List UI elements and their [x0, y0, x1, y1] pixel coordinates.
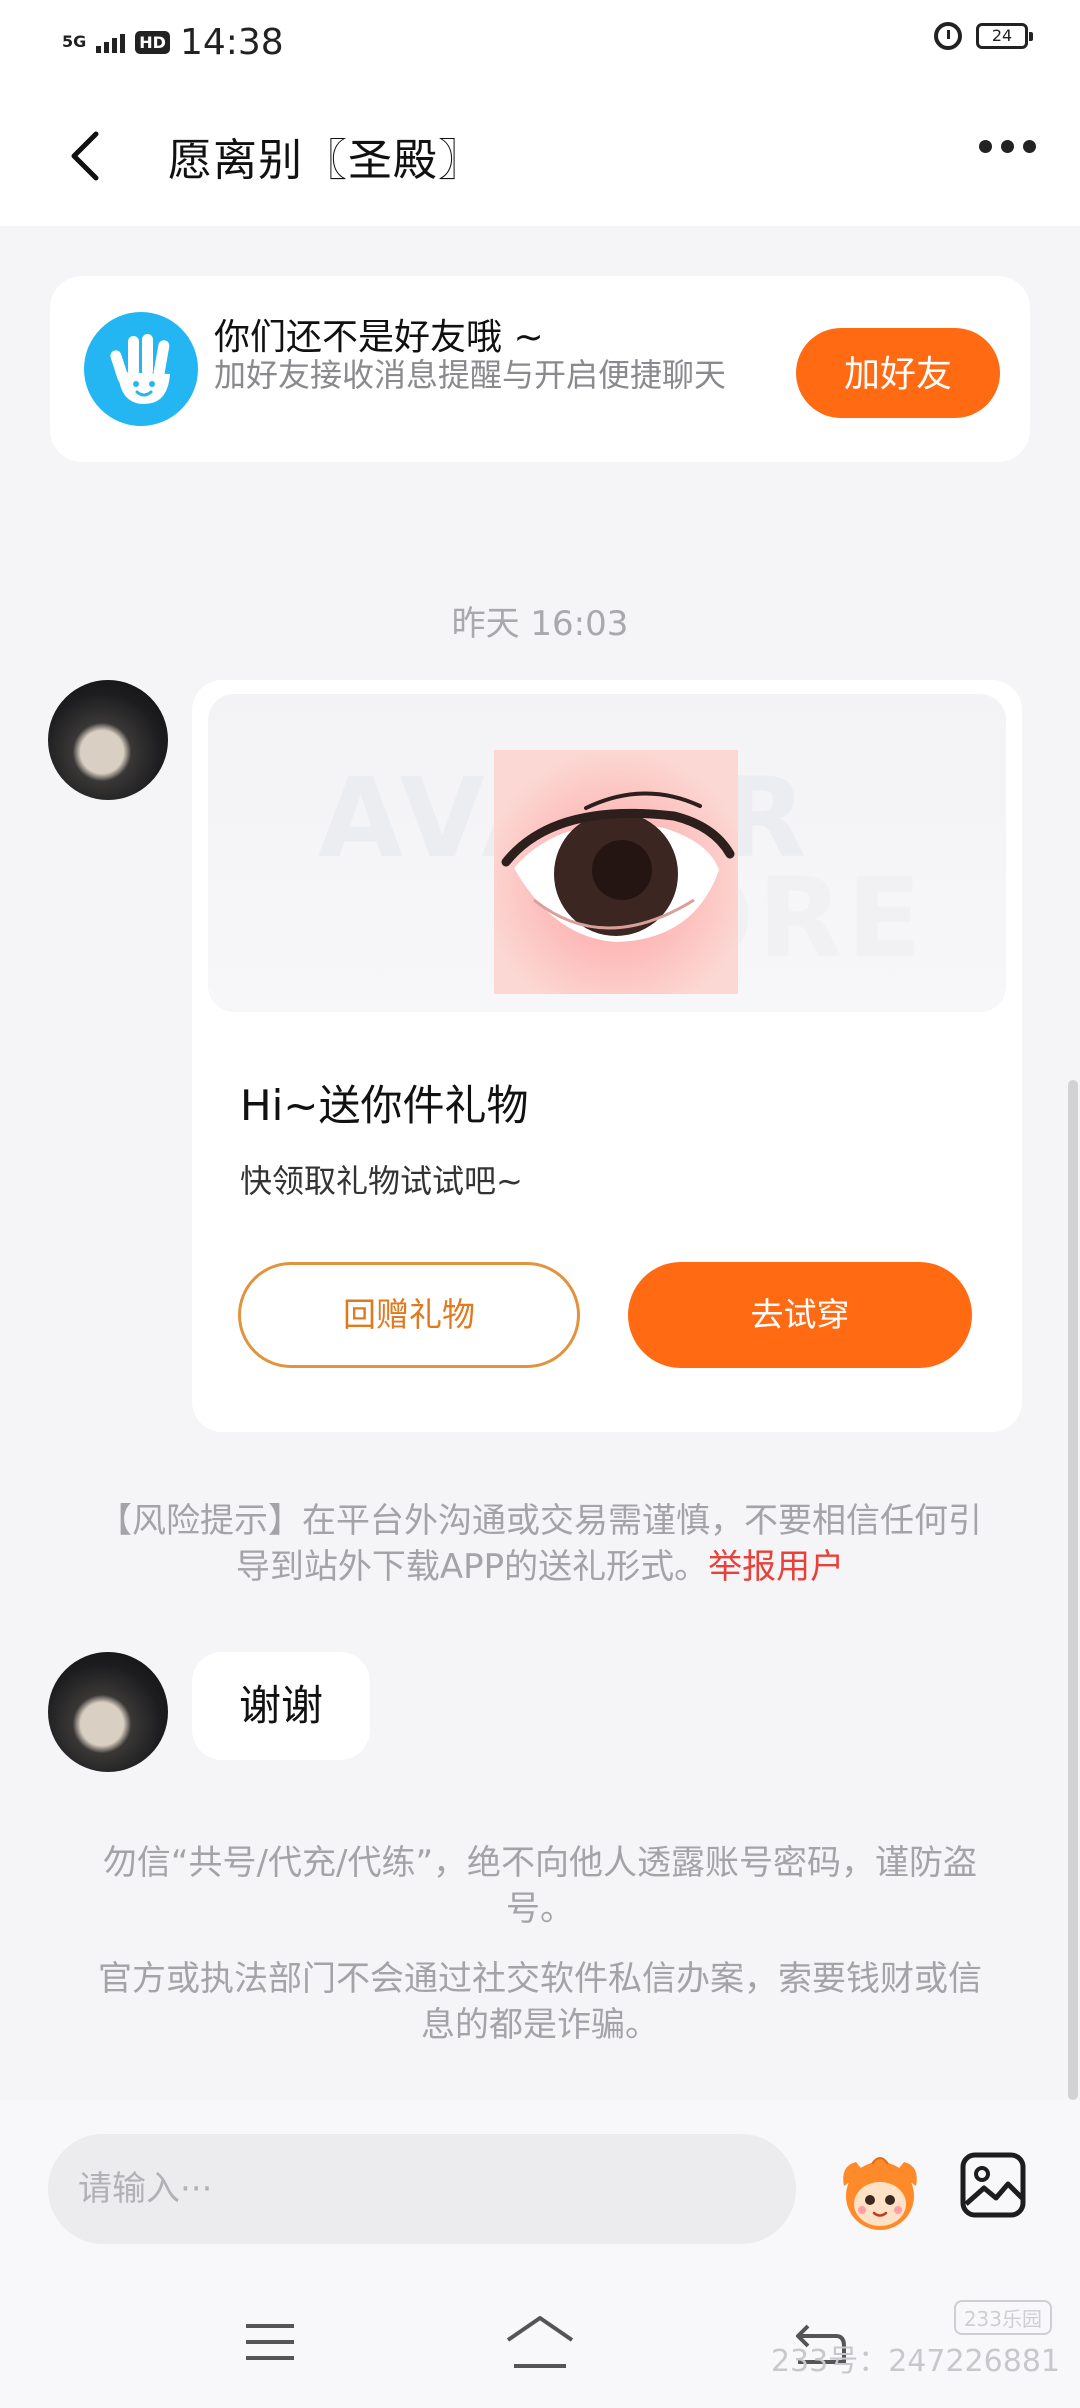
- status-time: 14:38: [179, 21, 284, 63]
- status-left: 5G HD 14:38: [62, 20, 284, 64]
- input-bar: [0, 2100, 1080, 2280]
- eye-item-image: [494, 750, 738, 994]
- image-picker-icon[interactable]: [958, 2150, 1028, 2220]
- watermark-badge: 233乐园: [953, 2300, 1052, 2335]
- menu-icon[interactable]: [244, 2320, 296, 2364]
- more-options-icon[interactable]: [979, 140, 1036, 153]
- friend-card-title: 你们还不是好友哦 ~: [214, 317, 544, 358]
- risk-notice-text: 【风险提示】在平台外沟通或交易需谨慎，不要相信任何引导到站外下载APP的送礼形式…: [98, 1501, 982, 1587]
- alarm-icon: [934, 22, 962, 50]
- back-arrow-icon[interactable]: [62, 126, 112, 186]
- report-user-link[interactable]: 举报用户: [708, 1547, 844, 1587]
- sender-avatar[interactable]: [48, 1652, 168, 1772]
- security-warning: 勿信“共号/代充/代练”，绝不向他人透露账号密码，谨防盗号。: [102, 1843, 978, 1929]
- gift-title: Hi~送你件礼物: [240, 1081, 529, 1130]
- system-nav-bar: 233乐园 233号：247226881: [0, 2280, 1080, 2408]
- signal-icon: [96, 31, 126, 53]
- try-on-button[interactable]: 去试穿: [628, 1262, 972, 1368]
- message-input[interactable]: [48, 2134, 796, 2244]
- status-right: 24: [934, 22, 1033, 50]
- scrollbar[interactable]: [1068, 1080, 1078, 2100]
- chat-header: 愿离别〖圣殿〗: [0, 86, 1080, 226]
- wave-hand-icon: [84, 312, 198, 426]
- risk-notice: 【风险提示】在平台外沟通或交易需谨慎，不要相信任何引导到站外下载APP的送礼形式…: [90, 1498, 990, 1590]
- friend-card-subtitle: 加好友接收消息提醒与开启便捷聊天: [214, 356, 727, 394]
- fraud-warning: 官方或执法部门不会通过社交软件私信办案，索要钱财或信息的都是诈骗。: [98, 1959, 982, 2045]
- network-indicator: 5G: [62, 32, 87, 51]
- add-friend-button[interactable]: 加好友: [796, 328, 1000, 418]
- watermark-text: 233号：247226881: [770, 2344, 1060, 2379]
- sender-avatar[interactable]: [48, 680, 168, 800]
- gift-banner: AVATAR STORE: [208, 694, 1006, 1012]
- page-title: 愿离别〖圣殿〗: [168, 135, 483, 186]
- return-gift-button[interactable]: 回赠礼物: [238, 1262, 580, 1368]
- add-friend-card: 你们还不是好友哦 ~ 加好友接收消息提醒与开启便捷聊天 加好友: [50, 276, 1030, 462]
- message-bubble[interactable]: 谢谢: [192, 1652, 370, 1760]
- message-timestamp: 昨天 16:03: [451, 604, 629, 644]
- gift-subtitle: 快领取礼物试试吧~: [240, 1162, 523, 1200]
- home-icon[interactable]: [504, 2314, 576, 2370]
- hd-badge: HD: [135, 30, 170, 54]
- emoji-mascot-icon[interactable]: [834, 2146, 926, 2238]
- battery-icon: 24: [976, 23, 1033, 49]
- status-bar: 5G HD 14:38 24: [0, 0, 1080, 86]
- gift-message-card[interactable]: AVATAR STORE Hi~送你件礼物 快领取礼物试试吧~ 回赠: [192, 680, 1022, 1432]
